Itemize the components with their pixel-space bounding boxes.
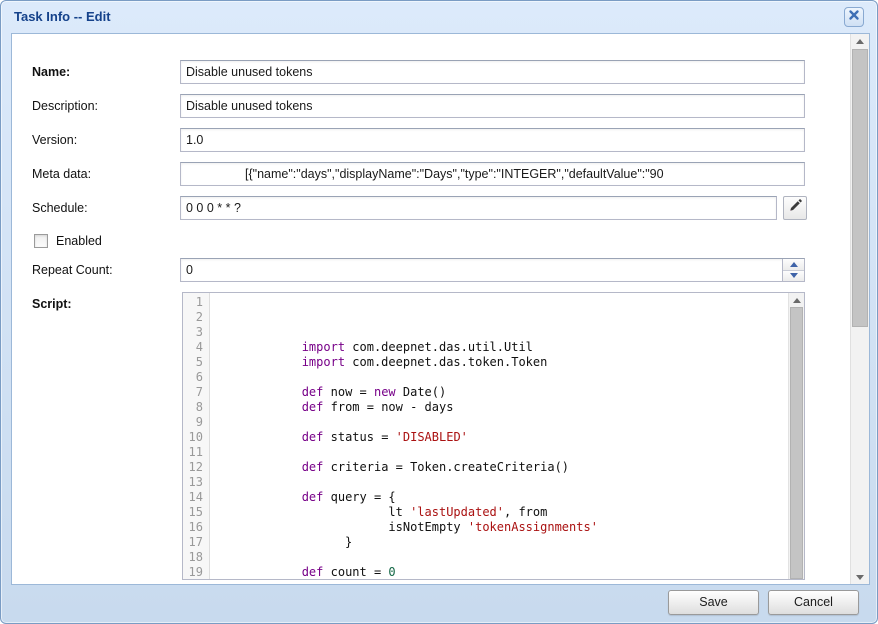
schedule-edit-button[interactable] [783, 196, 807, 220]
spinner-down-button[interactable] [783, 270, 804, 282]
schedule-input[interactable] [180, 196, 777, 220]
script-code-editor[interactable]: 12345678910111213141516171819 import com… [182, 292, 805, 580]
code-lines[interactable]: import com.deepnet.das.util.Util import … [211, 293, 788, 579]
repeat-count-row: Repeat Count: [32, 258, 812, 282]
schedule-label: Schedule: [32, 196, 176, 220]
dialog-titlebar: Task Info -- Edit [1, 1, 877, 31]
editor-scroll-up-button[interactable] [789, 293, 804, 307]
scroll-down-icon [856, 575, 864, 580]
repeat-count-spinner [782, 259, 804, 281]
panel-scrollbar-thumb[interactable] [852, 49, 868, 327]
meta-data-label: Meta data: [32, 162, 176, 186]
scroll-up-icon [793, 298, 801, 303]
form-panel: Name: Description: Version: Meta data: S… [11, 33, 870, 585]
chevron-up-icon [790, 262, 798, 267]
enabled-label: Enabled [56, 233, 102, 249]
script-label: Script: [32, 292, 176, 316]
version-row: Version: [32, 128, 812, 152]
save-button[interactable]: Save [668, 590, 759, 615]
panel-scrollbar[interactable] [850, 34, 869, 584]
cancel-button[interactable]: Cancel [768, 590, 859, 615]
scroll-up-icon [856, 39, 864, 44]
version-label: Version: [32, 128, 176, 152]
panel-scroll-down-button[interactable] [851, 570, 869, 584]
schedule-row: Schedule: [32, 196, 812, 220]
gutter: 12345678910111213141516171819 [183, 293, 210, 579]
name-label: Name: [32, 60, 176, 84]
description-label: Description: [32, 94, 176, 118]
editor-scrollbar-thumb[interactable] [790, 307, 803, 579]
spinner-up-button[interactable] [783, 259, 804, 270]
description-input[interactable] [180, 94, 805, 118]
pencil-icon [788, 198, 803, 218]
meta-data-input[interactable] [180, 162, 805, 186]
version-input[interactable] [180, 128, 805, 152]
enabled-row: Enabled [32, 233, 812, 249]
name-row: Name: [32, 60, 812, 84]
editor-scrollbar[interactable] [788, 293, 804, 579]
close-button[interactable] [844, 7, 864, 27]
enabled-checkbox[interactable] [34, 234, 48, 248]
chevron-down-icon [790, 273, 798, 278]
task-info-edit-dialog: Task Info -- Edit Name: Description: Ver… [0, 0, 878, 624]
meta-data-row: Meta data: [32, 162, 812, 186]
repeat-count-input[interactable] [180, 258, 805, 282]
repeat-count-label: Repeat Count: [32, 258, 176, 282]
description-row: Description: [32, 94, 812, 118]
close-icon [848, 8, 860, 26]
name-input[interactable] [180, 60, 805, 84]
panel-scroll-up-button[interactable] [851, 34, 869, 48]
dialog-title: Task Info -- Edit [14, 9, 111, 24]
